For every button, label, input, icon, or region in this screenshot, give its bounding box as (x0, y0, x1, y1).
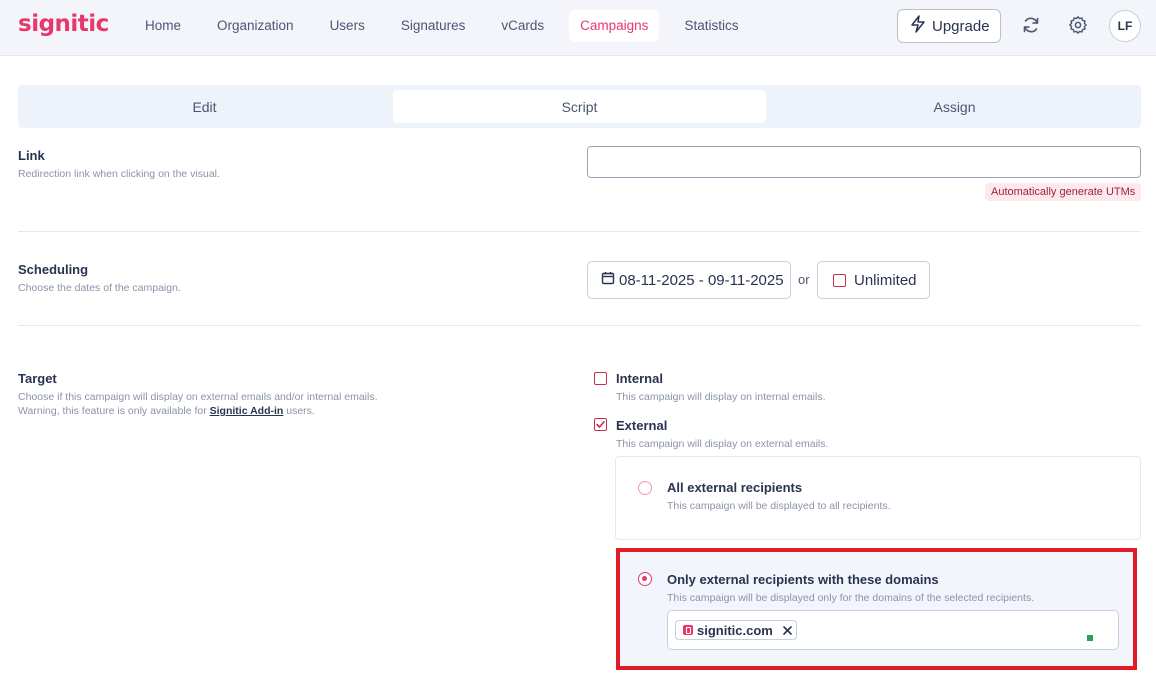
upgrade-button[interactable]: Upgrade (897, 9, 1001, 43)
domain-chip-label: signitic.com (697, 622, 773, 638)
divider (18, 231, 1141, 232)
internal-description: This campaign will display on internal e… (616, 391, 826, 403)
nav-item-vcards[interactable]: vCards (490, 10, 555, 42)
close-icon[interactable] (783, 623, 792, 638)
user-avatar[interactable]: LF (1109, 10, 1141, 42)
status-dot-icon (1087, 635, 1093, 641)
scheduling-description: Choose the dates of the campaign. (18, 282, 181, 294)
target-description-line1: Choose if this campaign will display on … (18, 391, 378, 403)
external-description: This campaign will display on external e… (616, 438, 829, 450)
link-description: Redirection link when clicking on the vi… (18, 168, 220, 180)
external-label[interactable]: External (616, 418, 667, 433)
scheduling-title: Scheduling (18, 262, 89, 277)
divider (18, 325, 1141, 326)
domain-chip[interactable]: signitic.com (675, 620, 797, 640)
date-range-picker[interactable]: 08-11-2025 - 09-11-2025 (587, 261, 791, 299)
nav-item-signatures[interactable]: Signatures (390, 10, 477, 42)
link-title: Link (18, 148, 45, 163)
refresh-icon[interactable] (1020, 14, 1042, 36)
only-domains-label[interactable]: Only external recipients with these doma… (667, 572, 939, 587)
tab-script[interactable]: Script (393, 90, 766, 123)
nav-item-users[interactable]: Users (319, 10, 376, 42)
link-input[interactable] (587, 146, 1141, 178)
main-nav: Home Organization Users Signatures vCard… (134, 10, 763, 42)
internal-checkbox[interactable] (594, 372, 607, 385)
all-external-radio[interactable] (638, 481, 652, 495)
only-domains-radio[interactable] (638, 572, 652, 586)
only-domains-description: This campaign will be displayed only for… (667, 592, 1035, 604)
checkmark-icon (596, 421, 605, 428)
or-label: or (798, 272, 810, 287)
tab-assign[interactable]: Assign (768, 90, 1141, 123)
internal-label[interactable]: Internal (616, 371, 663, 386)
tab-edit[interactable]: Edit (18, 90, 391, 123)
all-external-description: This campaign will be displayed to all r… (667, 500, 891, 512)
nav-item-statistics[interactable]: Statistics (673, 10, 749, 42)
lightning-icon (910, 15, 926, 37)
nav-item-campaigns[interactable]: Campaigns (569, 10, 660, 42)
signitic-addin-link[interactable]: Signitic Add-in (210, 405, 284, 417)
gear-icon[interactable] (1067, 14, 1089, 36)
upgrade-label: Upgrade (932, 17, 990, 35)
all-external-label[interactable]: All external recipients (667, 480, 802, 495)
calendar-icon (601, 271, 615, 289)
target-description-line2: Warning, this feature is only available … (18, 405, 315, 417)
campaign-tabs: Edit Script Assign (18, 85, 1141, 128)
utm-badge[interactable]: Automatically generate UTMs (985, 183, 1142, 201)
unlimited-label: Unlimited (854, 271, 917, 289)
target-title: Target (18, 371, 57, 386)
nav-item-organization[interactable]: Organization (206, 10, 305, 42)
unlimited-toggle[interactable]: Unlimited (817, 261, 930, 299)
external-checkbox[interactable] (594, 418, 607, 431)
top-navigation-bar: signitic Home Organization Users Signatu… (0, 0, 1156, 56)
signitic-icon (683, 625, 693, 635)
signitic-logo[interactable]: signitic (18, 11, 109, 37)
target-description: Choose if this campaign will display on … (18, 390, 378, 418)
nav-item-home[interactable]: Home (134, 10, 192, 42)
all-external-option-card[interactable] (615, 456, 1141, 540)
date-range-value: 08-11-2025 - 09-11-2025 (619, 271, 784, 289)
domains-input[interactable]: signitic.com (667, 610, 1119, 650)
only-domains-option-card[interactable] (616, 548, 1137, 670)
unlimited-checkbox[interactable] (833, 273, 846, 287)
